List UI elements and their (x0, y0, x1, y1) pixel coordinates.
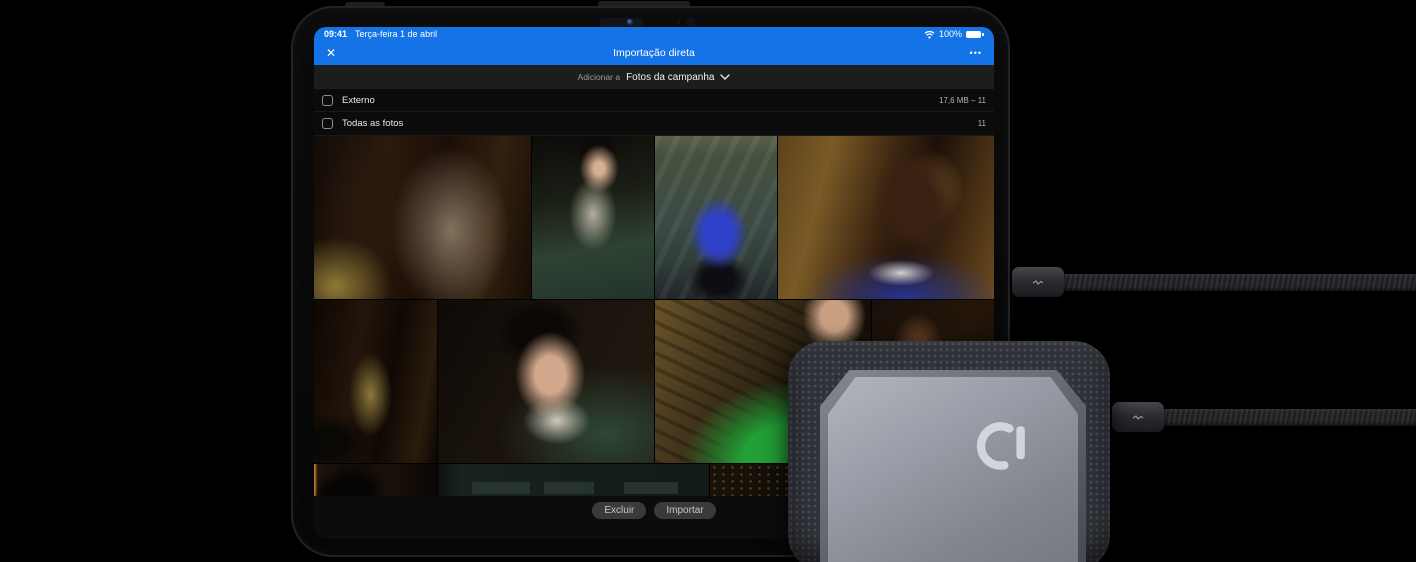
status-bar: 09:41 Terça-feira 1 de abril 100% (314, 27, 994, 41)
ambient-sensor-dot (677, 21, 680, 24)
source-row-all-photos[interactable]: Todas as fotos 11 (314, 112, 994, 136)
ssd-metal-plate (828, 377, 1078, 562)
g-technology-logo-icon (973, 418, 1029, 474)
source-row-label: Todas as fotos (342, 118, 403, 129)
photo-thumbnail-6[interactable] (438, 300, 654, 463)
cable-logo-icon (1132, 414, 1144, 421)
front-camera-lens (627, 19, 633, 25)
photo-thumbnail-5[interactable] (314, 300, 437, 463)
nav-bar: ✕ Importação direta ••• (314, 41, 994, 65)
source-row-detail: 11 (978, 119, 986, 128)
photo-thumbnail-9[interactable] (314, 464, 437, 496)
battery-percent: 100% (939, 29, 962, 39)
wifi-icon (924, 30, 935, 39)
photo-thumbnail-10[interactable] (438, 464, 709, 496)
import-button[interactable]: Importar (654, 502, 715, 519)
photo-thumbnail-4[interactable] (778, 136, 994, 299)
photo-thumbnail-2[interactable] (532, 136, 654, 299)
photo-thumbnail-1[interactable] (314, 136, 531, 299)
external-checkbox[interactable] (322, 95, 333, 106)
cable-logo-icon (1032, 279, 1044, 286)
album-selector[interactable]: Fotos da campanha (626, 72, 714, 83)
usb-connector-tablet (1012, 267, 1064, 297)
delete-button[interactable]: Excluir (592, 502, 646, 519)
battery-icon (966, 31, 984, 38)
chevron-down-icon[interactable] (720, 74, 730, 80)
photo-thumbnail-3[interactable] (655, 136, 777, 299)
add-to-bar: Adicionar a Fotos da campanha (314, 65, 994, 89)
status-date: Terça-feira 1 de abril (355, 29, 437, 39)
usb-cable-bottom (1160, 409, 1416, 426)
source-row-label: Externo (342, 95, 375, 106)
source-row-external[interactable]: Externo 17,6 MB – 11 (314, 89, 994, 112)
front-camera-secondary (686, 17, 696, 27)
all-photos-checkbox[interactable] (322, 118, 333, 129)
add-to-label: Adicionar a (578, 72, 621, 82)
page-title: Importação direta (314, 47, 994, 59)
front-camera-pill (599, 18, 643, 27)
scene: 09:41 Terça-feira 1 de abril 100% ✕ I (0, 0, 1416, 562)
ssd-drive (788, 341, 1110, 562)
usb-cable-top (1060, 274, 1416, 291)
status-time: 09:41 (324, 29, 347, 39)
source-row-detail: 17,6 MB – 11 (939, 96, 986, 105)
usb-connector-drive (1112, 402, 1164, 432)
